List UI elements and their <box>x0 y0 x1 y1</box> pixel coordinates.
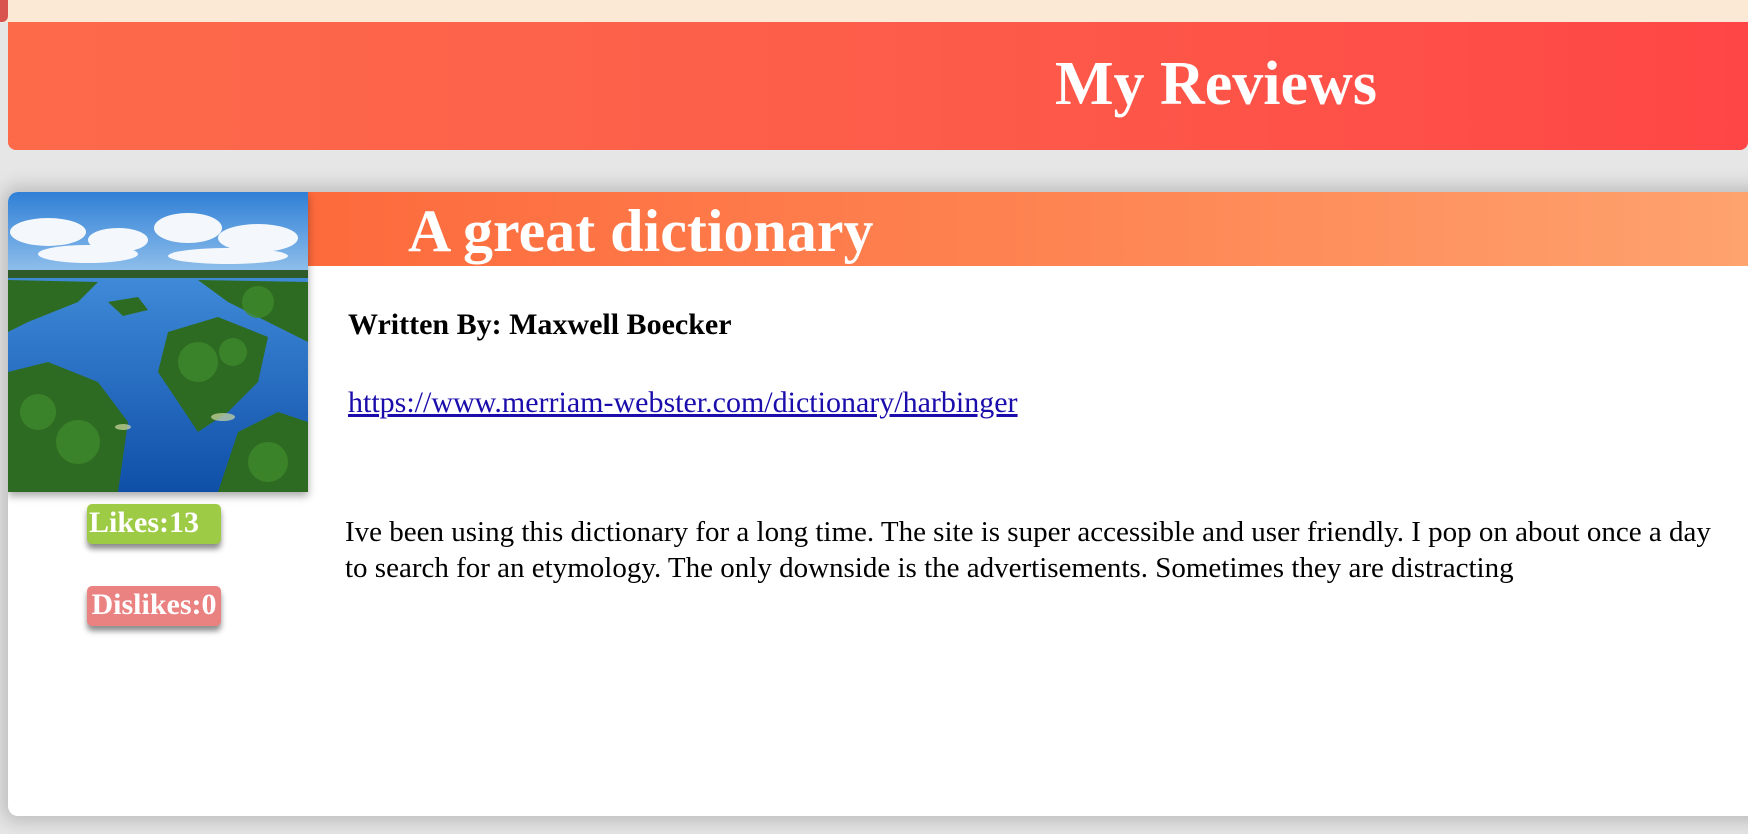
review-link[interactable]: https://www.merriam-webster.com/dictiona… <box>348 386 1018 420</box>
review-card: A great dictionary Written By: Maxwell B… <box>8 192 1748 816</box>
top-strip <box>0 0 1748 22</box>
likes-badge[interactable]: Likes:13 <box>87 504 221 544</box>
review-image <box>8 192 308 492</box>
review-title: A great dictionary <box>408 198 874 264</box>
review-author: Written By: Maxwell Boecker <box>348 308 732 341</box>
dislikes-badge[interactable]: Dislikes:0 <box>87 586 221 626</box>
page-title: My Reviews <box>1055 50 1377 118</box>
review-body: Ive been using this dictionary for a lon… <box>345 516 1711 584</box>
top-strip-corner <box>0 0 8 22</box>
header-banner <box>8 22 1748 150</box>
